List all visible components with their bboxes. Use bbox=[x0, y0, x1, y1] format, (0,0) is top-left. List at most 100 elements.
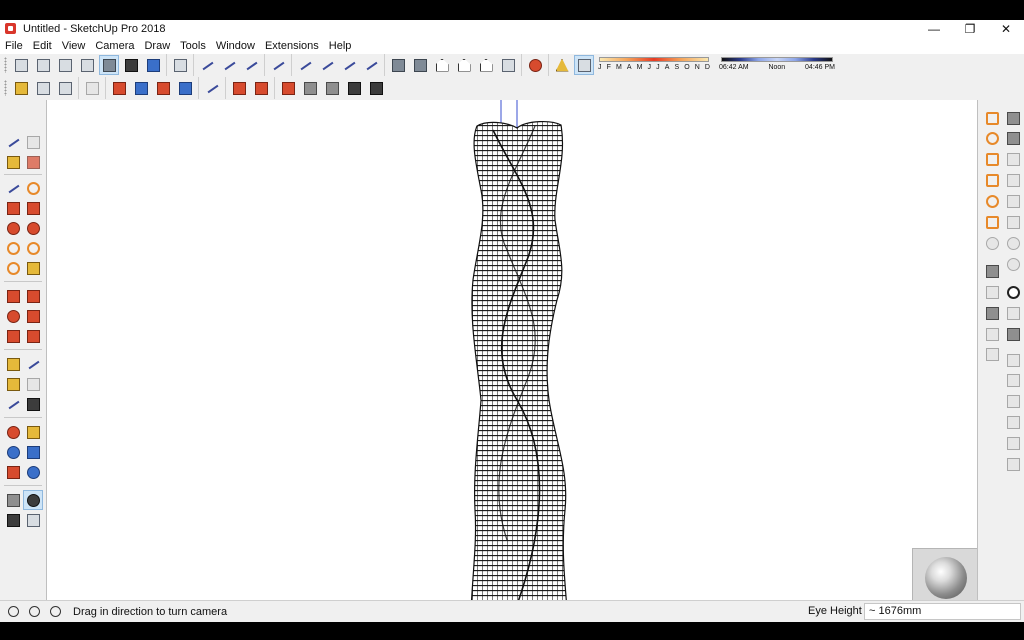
zoom-tool-button[interactable] bbox=[3, 442, 23, 462]
previous-view-button[interactable] bbox=[23, 462, 43, 482]
user-icon[interactable] bbox=[47, 604, 63, 620]
minimize-button[interactable]: — bbox=[916, 20, 952, 37]
push-pull-button[interactable] bbox=[23, 286, 43, 306]
section-tool-button[interactable] bbox=[23, 510, 43, 530]
paint-dropper-button[interactable] bbox=[982, 108, 1002, 128]
menu-help[interactable]: Help bbox=[324, 40, 357, 52]
menu-edit[interactable]: Edit bbox=[28, 40, 57, 52]
solid-intersect-button[interactable] bbox=[317, 55, 337, 75]
protractor-orange-button[interactable] bbox=[982, 150, 1002, 170]
geo-location-icon[interactable] bbox=[5, 604, 21, 620]
circle-tool-button[interactable] bbox=[3, 218, 23, 238]
freehand-tool-button[interactable] bbox=[23, 178, 43, 198]
lock-button[interactable] bbox=[1003, 454, 1023, 474]
sphere-button[interactable] bbox=[1003, 233, 1023, 253]
sun-orange-button[interactable] bbox=[982, 192, 1002, 212]
dimension-tool-button[interactable] bbox=[23, 354, 43, 374]
teapot-button[interactable] bbox=[1003, 303, 1023, 323]
profiles-button[interactable] bbox=[219, 55, 239, 75]
shaded-button[interactable] bbox=[99, 55, 119, 75]
menu-view[interactable]: View bbox=[57, 40, 91, 52]
export-2d-button[interactable] bbox=[251, 78, 271, 98]
menu-extensions[interactable]: Extensions bbox=[260, 40, 324, 52]
eraser-button[interactable] bbox=[23, 152, 43, 172]
two-point-arc-button[interactable] bbox=[23, 238, 43, 258]
menu-file[interactable]: File bbox=[0, 40, 28, 52]
wireframe-button[interactable] bbox=[55, 55, 75, 75]
measurements-input[interactable]: ~ 1676mm bbox=[864, 603, 1021, 620]
3d-viewport[interactable]: ▶ ▬▬▬ bbox=[46, 100, 978, 617]
arc-tool-button[interactable] bbox=[3, 238, 23, 258]
move-tool-button[interactable] bbox=[3, 286, 23, 306]
cube-2-button[interactable] bbox=[1003, 192, 1023, 212]
sandbox-scratch-button[interactable] bbox=[300, 78, 320, 98]
panel-1-button[interactable] bbox=[1003, 350, 1023, 370]
time-slider[interactable]: 06:42 AM Noon 04:46 PM bbox=[719, 55, 835, 75]
offset-tool-button[interactable] bbox=[23, 326, 43, 346]
zoom-window-button[interactable] bbox=[23, 442, 43, 462]
cube-3-button[interactable] bbox=[1003, 212, 1023, 232]
menu-camera[interactable]: Camera bbox=[90, 40, 139, 52]
toolbar-grip[interactable] bbox=[4, 57, 7, 73]
orbit-tool-button[interactable] bbox=[3, 422, 23, 442]
zoom-extents-button[interactable] bbox=[3, 462, 23, 482]
pie-tool-button[interactable] bbox=[23, 258, 43, 278]
solid-union-button[interactable] bbox=[339, 55, 359, 75]
close-button[interactable]: ✕ bbox=[988, 20, 1024, 37]
styles-button[interactable] bbox=[525, 55, 545, 75]
shaded-textures-button[interactable] bbox=[121, 55, 141, 75]
menu-tools[interactable]: Tools bbox=[175, 40, 211, 52]
month-slider-track[interactable] bbox=[599, 57, 709, 62]
sphere-2-button[interactable] bbox=[1003, 254, 1023, 274]
tool-r1-11-button[interactable] bbox=[982, 324, 1002, 344]
text-tool-button[interactable] bbox=[23, 374, 43, 394]
position-camera-button[interactable] bbox=[3, 490, 23, 510]
hidden-line-button[interactable] bbox=[77, 55, 97, 75]
toolbar-grip[interactable] bbox=[4, 80, 7, 96]
panel-3-button[interactable] bbox=[1003, 392, 1023, 412]
walk-tool-button[interactable] bbox=[3, 510, 23, 530]
outer-shell-button[interactable] bbox=[1003, 129, 1023, 149]
left-view-button[interactable] bbox=[498, 55, 518, 75]
pan-tool-button[interactable] bbox=[23, 422, 43, 442]
top-view-button[interactable] bbox=[410, 55, 430, 75]
extension-manager-button[interactable] bbox=[175, 78, 195, 98]
make-group-button[interactable] bbox=[33, 78, 53, 98]
select-tool-button[interactable] bbox=[3, 132, 23, 152]
cloud-orange-button[interactable] bbox=[982, 212, 1002, 232]
tool-r1-9-button[interactable] bbox=[982, 282, 1002, 302]
right-view-button[interactable] bbox=[454, 55, 474, 75]
panel-4-button[interactable] bbox=[1003, 413, 1023, 433]
front-view-button[interactable] bbox=[432, 55, 452, 75]
display-edges-button[interactable] bbox=[197, 55, 217, 75]
make-component-tool-button[interactable] bbox=[23, 132, 43, 152]
look-around-button[interactable] bbox=[23, 490, 43, 510]
freehand-button[interactable] bbox=[268, 55, 288, 75]
credits-icon[interactable] bbox=[26, 604, 42, 620]
axis-orange-button[interactable] bbox=[982, 171, 1002, 191]
three-point-arc-button[interactable] bbox=[3, 258, 23, 278]
soften-button[interactable] bbox=[1003, 150, 1023, 170]
menu-window[interactable]: Window bbox=[211, 40, 260, 52]
rotated-rectangle-button[interactable] bbox=[23, 198, 43, 218]
line-tool-button[interactable] bbox=[3, 178, 23, 198]
shadow-toggle-button[interactable] bbox=[574, 55, 594, 75]
scale-tool-button[interactable] bbox=[3, 326, 23, 346]
teapot-2-button[interactable] bbox=[1003, 324, 1023, 344]
sandbox-contours-button[interactable] bbox=[278, 78, 298, 98]
tool-r1-8-button[interactable] bbox=[982, 261, 1002, 281]
rotate-tool-button[interactable] bbox=[3, 306, 23, 326]
orbit-sphere-icon[interactable] bbox=[925, 557, 967, 599]
polygon-tool-button[interactable] bbox=[23, 218, 43, 238]
iso-view-button[interactable] bbox=[388, 55, 408, 75]
circle-orange-button[interactable] bbox=[982, 129, 1002, 149]
panel-2-button[interactable] bbox=[1003, 371, 1023, 391]
month-slider[interactable]: J F M A M J J A S O N D bbox=[597, 55, 711, 75]
tool-r1-12-button[interactable] bbox=[982, 345, 1002, 365]
stamp-button[interactable] bbox=[344, 78, 364, 98]
3d-warehouse-button[interactable] bbox=[109, 78, 129, 98]
depth-cue-button[interactable] bbox=[241, 55, 261, 75]
axes-button[interactable] bbox=[552, 55, 572, 75]
back-edges-button[interactable] bbox=[33, 55, 53, 75]
component-options-button[interactable] bbox=[55, 78, 75, 98]
